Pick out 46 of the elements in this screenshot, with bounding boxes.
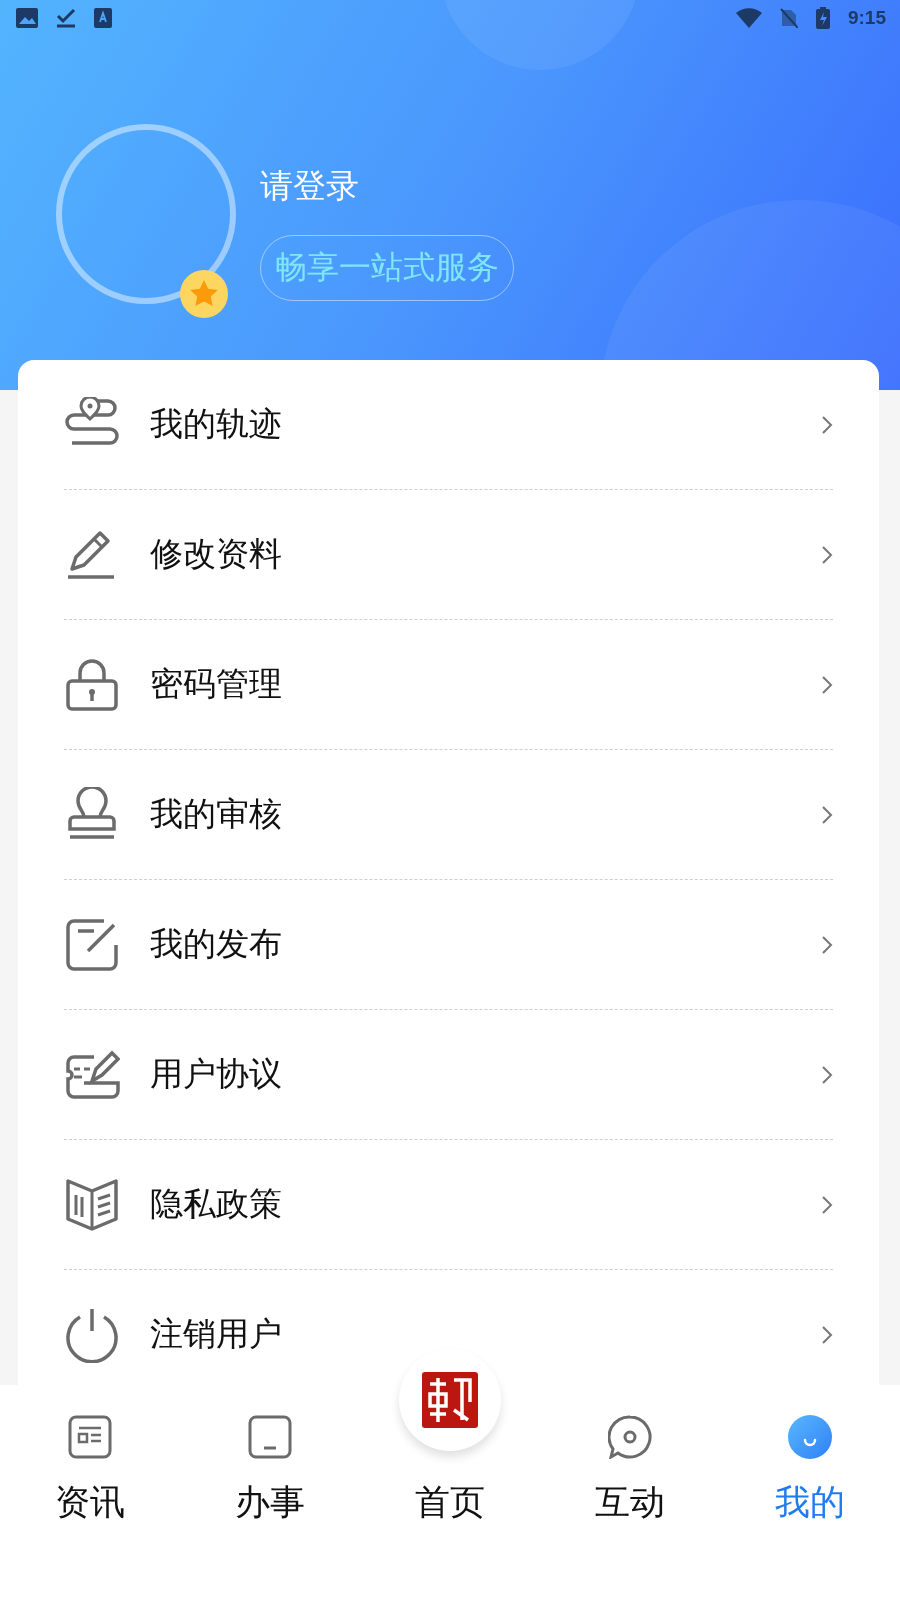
nav-tab[interactable]: 资讯 bbox=[0, 1385, 180, 1600]
menu-label: 密码管理 bbox=[150, 663, 283, 705]
news-icon bbox=[68, 1415, 112, 1459]
smile-icon bbox=[788, 1415, 832, 1459]
menu-label: 我的发布 bbox=[150, 923, 283, 965]
menu-label: 用户协议 bbox=[150, 1053, 283, 1095]
chevron-right-icon bbox=[821, 674, 833, 695]
nav-tab[interactable]: 首页 bbox=[415, 1479, 485, 1526]
menu-item[interactable]: 密码管理 bbox=[64, 620, 833, 750]
menu-item[interactable]: 我的发布 bbox=[64, 880, 833, 1010]
menu-icon bbox=[64, 656, 120, 713]
menu-label: 修改资料 bbox=[150, 533, 283, 575]
menu-icon bbox=[64, 1306, 120, 1363]
chevron-right-icon bbox=[821, 934, 833, 955]
nav-tab[interactable]: 我的 bbox=[720, 1385, 900, 1600]
menu-label: 注销用户 bbox=[150, 1313, 283, 1355]
menu-item[interactable]: 我的轨迹 bbox=[64, 360, 833, 490]
menu-item[interactable]: 用户协议 bbox=[64, 1010, 833, 1140]
tablet-icon bbox=[248, 1415, 292, 1459]
menu-label: 我的轨迹 bbox=[150, 403, 283, 445]
chat-icon bbox=[608, 1415, 652, 1459]
chevron-right-icon bbox=[821, 1064, 833, 1085]
menu-icon bbox=[64, 1176, 120, 1233]
menu-item[interactable]: 注销用户 bbox=[64, 1270, 833, 1385]
no-sim-icon bbox=[779, 8, 798, 28]
chevron-right-icon bbox=[821, 1194, 833, 1215]
chevron-right-icon bbox=[821, 414, 833, 435]
check-icon bbox=[56, 8, 76, 28]
menu-item[interactable]: 我的审核 bbox=[64, 750, 833, 880]
nav-tab[interactable]: 办事 bbox=[180, 1385, 360, 1600]
wifi-icon bbox=[735, 8, 762, 28]
menu-label: 我的审核 bbox=[150, 793, 283, 835]
menu-label: 隐私政策 bbox=[150, 1183, 283, 1225]
chevron-right-icon bbox=[821, 804, 833, 825]
nav-tab[interactable]: 互动 bbox=[540, 1385, 720, 1600]
menu-item[interactable]: 修改资料 bbox=[64, 490, 833, 620]
menu-icon bbox=[64, 916, 120, 973]
menu-item[interactable]: 隐私政策 bbox=[64, 1140, 833, 1270]
keyboard-icon bbox=[94, 8, 112, 28]
chevron-right-icon bbox=[821, 1324, 833, 1345]
clock-time: 9:15 bbox=[847, 7, 886, 29]
star-badge-icon bbox=[180, 270, 228, 318]
chevron-right-icon bbox=[821, 544, 833, 565]
image-icon bbox=[16, 8, 38, 28]
battery-icon bbox=[815, 7, 830, 29]
seal-icon bbox=[420, 1370, 480, 1430]
